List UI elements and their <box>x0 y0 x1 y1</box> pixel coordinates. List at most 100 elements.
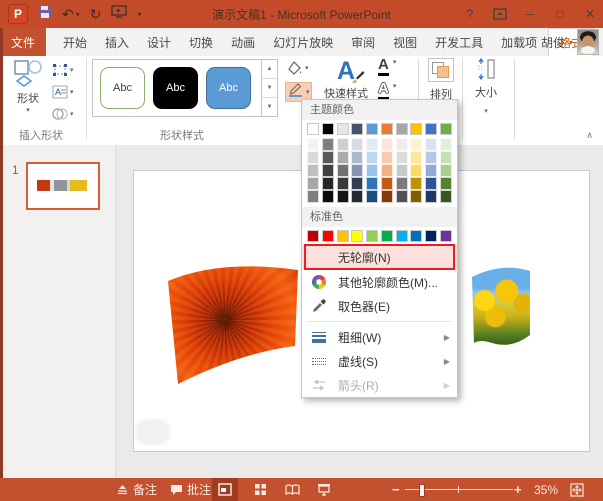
theme-variant-swatch[interactable] <box>410 138 422 151</box>
theme-variant-swatch[interactable] <box>366 138 378 151</box>
slideshow-view-button[interactable] <box>311 478 337 501</box>
standard-color-swatch[interactable] <box>396 230 408 242</box>
shape-style-preview[interactable]: Abc <box>153 67 198 109</box>
theme-variant-swatch[interactable] <box>351 164 363 177</box>
normal-view-button[interactable] <box>212 478 238 501</box>
theme-variant-swatch[interactable] <box>366 177 378 190</box>
zoom-in-button[interactable]: + <box>514 478 522 501</box>
theme-variant-swatch[interactable] <box>396 138 408 151</box>
merge-shapes-button[interactable]: ▾ <box>52 104 82 123</box>
theme-variant-swatch[interactable] <box>410 164 422 177</box>
theme-variant-swatch[interactable] <box>351 190 363 203</box>
undo-dropdown-icon[interactable]: ▾ <box>76 10 80 19</box>
theme-color-swatch[interactable] <box>381 123 393 135</box>
theme-variant-swatch[interactable] <box>337 190 349 203</box>
text-box-button[interactable]: A ▾ <box>52 82 82 101</box>
start-slideshow-button[interactable] <box>111 5 127 23</box>
ribbon-tab[interactable]: 开发工具 <box>426 28 492 56</box>
theme-variant-swatch[interactable] <box>396 151 408 164</box>
theme-variant-swatch[interactable] <box>410 190 422 203</box>
user-account[interactable]: 胡俊 ▾ <box>541 28 599 56</box>
ribbon-tab[interactable]: 切换 <box>180 28 222 56</box>
theme-variant-swatch[interactable] <box>440 151 452 164</box>
theme-variant-swatch[interactable] <box>322 138 334 151</box>
ribbon-tab[interactable]: 加载项 <box>492 28 546 56</box>
theme-variant-swatch[interactable] <box>440 190 452 203</box>
theme-variant-swatch[interactable] <box>322 190 334 203</box>
shape-fill-button[interactable]: ▾ <box>285 58 314 78</box>
theme-variant-swatch[interactable] <box>322 151 334 164</box>
tab-file[interactable]: 文件 <box>0 28 46 56</box>
standard-color-swatch[interactable] <box>351 230 363 242</box>
zoom-slider-thumb[interactable] <box>419 484 425 497</box>
theme-variant-swatch[interactable] <box>381 164 393 177</box>
theme-variant-swatch[interactable] <box>337 138 349 151</box>
theme-variant-swatch[interactable] <box>366 164 378 177</box>
maximize-button[interactable]: □ <box>553 7 567 21</box>
theme-variant-swatch[interactable] <box>425 190 437 203</box>
comments-toggle[interactable]: 批注 <box>170 478 211 501</box>
ribbon-tab[interactable]: 视图 <box>384 28 426 56</box>
text-fill-button[interactable]: A ▾ <box>378 58 412 78</box>
gallery-scroll-up-icon[interactable]: ▲ <box>262 60 277 79</box>
theme-variant-swatch[interactable] <box>351 177 363 190</box>
theme-variant-swatch[interactable] <box>307 177 319 190</box>
fit-slide-to-window-button[interactable] <box>570 478 584 501</box>
user-dropdown-icon[interactable]: ▾ <box>569 38 573 47</box>
standard-color-swatch[interactable] <box>322 230 334 242</box>
ribbon-tab[interactable]: 开始 <box>54 28 96 56</box>
help-button[interactable]: ? <box>463 7 477 21</box>
quick-styles-button[interactable]: A 快速样式 <box>318 58 374 102</box>
theme-color-swatch[interactable] <box>307 123 319 135</box>
theme-color-swatch[interactable] <box>410 123 422 135</box>
theme-color-swatch[interactable] <box>366 123 378 135</box>
theme-color-swatch[interactable] <box>396 123 408 135</box>
ribbon-tab[interactable]: 设计 <box>138 28 180 56</box>
theme-variant-swatch[interactable] <box>425 177 437 190</box>
theme-variant-swatch[interactable] <box>425 164 437 177</box>
gallery-more-icon[interactable]: ▼ <box>262 98 277 116</box>
menu-item-eyedropper[interactable]: 取色器(E) <box>302 294 457 318</box>
ribbon-tab[interactable]: 幻灯片放映 <box>264 28 342 56</box>
powerpoint-app-icon[interactable]: P <box>8 4 28 24</box>
menu-item-no-outline[interactable]: 无轮廓(N) <box>302 244 457 270</box>
menu-item-more-outline-colors[interactable]: 其他轮廓颜色(M)... <box>302 270 457 294</box>
ribbon-tab[interactable]: 审阅 <box>342 28 384 56</box>
theme-variant-swatch[interactable] <box>337 177 349 190</box>
size-button[interactable]: 大小 ▾ <box>468 58 504 118</box>
theme-variant-swatch[interactable] <box>351 151 363 164</box>
shapes-gallery-button[interactable]: 形状 ▾ <box>7 59 49 127</box>
redo-button[interactable]: ↻ <box>90 7 102 21</box>
close-button[interactable]: ✕ <box>583 7 597 21</box>
picture-yellow-tulips[interactable] <box>472 267 530 347</box>
theme-variant-swatch[interactable] <box>381 190 393 203</box>
standard-color-swatch[interactable] <box>440 230 452 242</box>
ribbon-tab[interactable]: 插入 <box>96 28 138 56</box>
zoom-out-button[interactable]: − <box>392 478 400 501</box>
theme-variant-swatch[interactable] <box>425 138 437 151</box>
theme-variant-swatch[interactable] <box>381 177 393 190</box>
theme-variant-swatch[interactable] <box>307 190 319 203</box>
ribbon-tab[interactable]: 动画 <box>222 28 264 56</box>
theme-variant-swatch[interactable] <box>381 138 393 151</box>
arrange-button[interactable]: 排列 <box>424 58 458 102</box>
theme-variant-swatch[interactable] <box>410 177 422 190</box>
menu-item-dashes[interactable]: 虚线(S) ▶ <box>302 349 457 373</box>
collapse-ribbon-icon[interactable]: ∧ <box>586 130 593 141</box>
theme-variant-swatch[interactable] <box>307 138 319 151</box>
customize-qat-icon[interactable]: ▾ <box>137 10 141 19</box>
theme-variant-swatch[interactable] <box>307 151 319 164</box>
edit-shape-button[interactable]: ▾ <box>52 60 82 79</box>
save-icon[interactable] <box>38 5 52 24</box>
slide-thumbnail[interactable] <box>26 162 100 210</box>
standard-color-swatch[interactable] <box>307 230 319 242</box>
theme-variant-swatch[interactable] <box>396 177 408 190</box>
theme-color-swatch[interactable] <box>322 123 334 135</box>
theme-variant-swatch[interactable] <box>440 177 452 190</box>
theme-variant-swatch[interactable] <box>307 164 319 177</box>
theme-color-swatch[interactable] <box>440 123 452 135</box>
reading-view-button[interactable] <box>279 478 305 501</box>
theme-variant-swatch[interactable] <box>381 151 393 164</box>
notes-toggle[interactable]: 备注 <box>116 478 157 501</box>
theme-variant-swatch[interactable] <box>440 164 452 177</box>
